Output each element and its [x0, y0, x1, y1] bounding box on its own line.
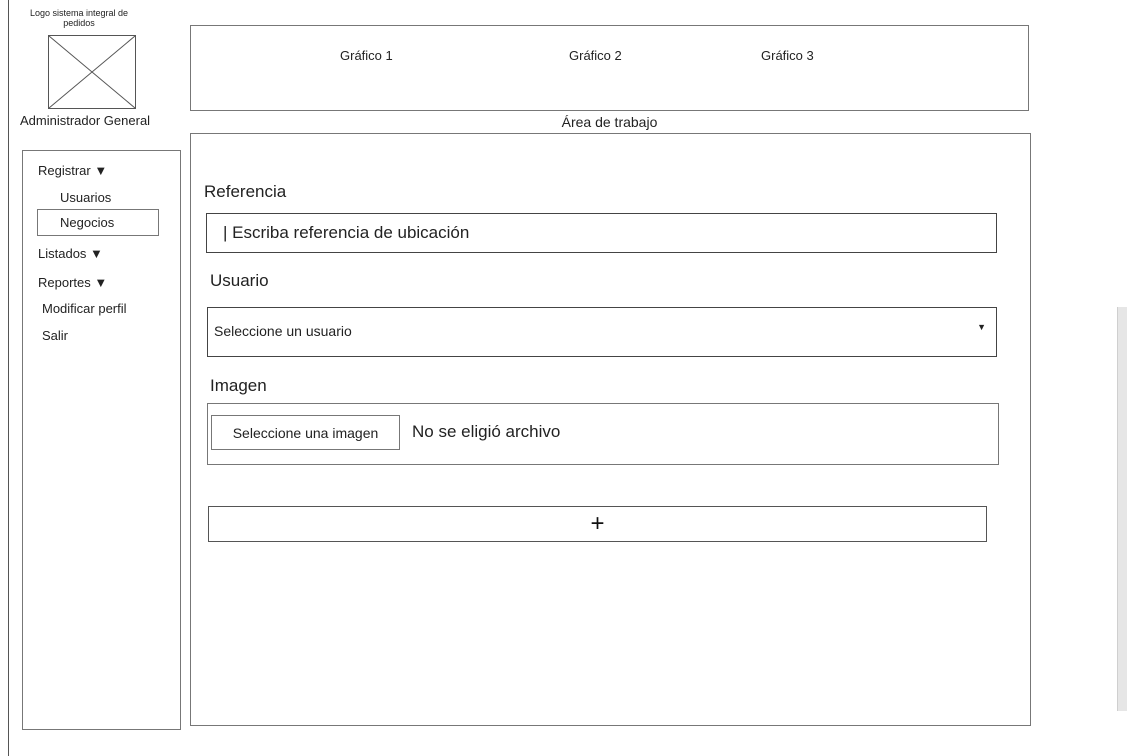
referencia-label: Referencia — [204, 182, 287, 201]
logo-placeholder-icon — [48, 35, 136, 109]
usuario-select-value: Seleccione un usuario — [214, 323, 352, 339]
graph-2-tab[interactable]: Gráfico 2 — [569, 48, 622, 63]
menu-salir[interactable]: Salir — [42, 328, 68, 343]
imagen-label: Imagen — [210, 376, 267, 395]
menu-listados[interactable]: Listados ▼ — [38, 246, 103, 261]
left-divider — [8, 0, 9, 756]
referencia-placeholder: | Escriba referencia de ubicación — [223, 223, 470, 242]
file-status: No se eligió archivo — [412, 422, 561, 441]
add-button[interactable]: + — [208, 506, 987, 542]
sidebar: Registrar ▼ Usuarios Negocios Listados ▼… — [22, 150, 181, 730]
menu-registrar[interactable]: Registrar ▼ — [38, 163, 107, 178]
graphs-header: Gráfico 1 Gráfico 2 Gráfico 3 — [190, 25, 1029, 111]
user-role: Administrador General — [20, 113, 151, 128]
usuario-select[interactable]: Seleccione un usuario ▼ — [207, 307, 997, 357]
menu-modificar-perfil[interactable]: Modificar perfil — [42, 301, 127, 316]
workspace-panel: Referencia | Escriba referencia de ubica… — [190, 133, 1031, 726]
menu-negocios-item[interactable]: Negocios — [37, 209, 159, 236]
graph-1-tab[interactable]: Gráfico 1 — [340, 48, 393, 63]
menu-usuarios[interactable]: Usuarios — [60, 190, 111, 205]
select-image-button[interactable]: Seleccione una imagen — [211, 415, 400, 450]
page-scrollbar[interactable] — [1117, 307, 1127, 711]
usuario-label: Usuario — [210, 271, 269, 290]
referencia-input[interactable]: | Escriba referencia de ubicación — [206, 213, 997, 253]
imagen-file-input: Seleccione una imagen No se eligió archi… — [207, 403, 999, 465]
chevron-down-icon: ▼ — [977, 322, 986, 332]
menu-negocios-label: Negocios — [60, 215, 115, 230]
logo-caption: Logo sistema integral de pedidos — [29, 8, 129, 28]
menu-reportes[interactable]: Reportes ▼ — [38, 275, 107, 290]
graph-3-tab[interactable]: Gráfico 3 — [761, 48, 814, 63]
workspace-title: Área de trabajo — [561, 114, 658, 130]
